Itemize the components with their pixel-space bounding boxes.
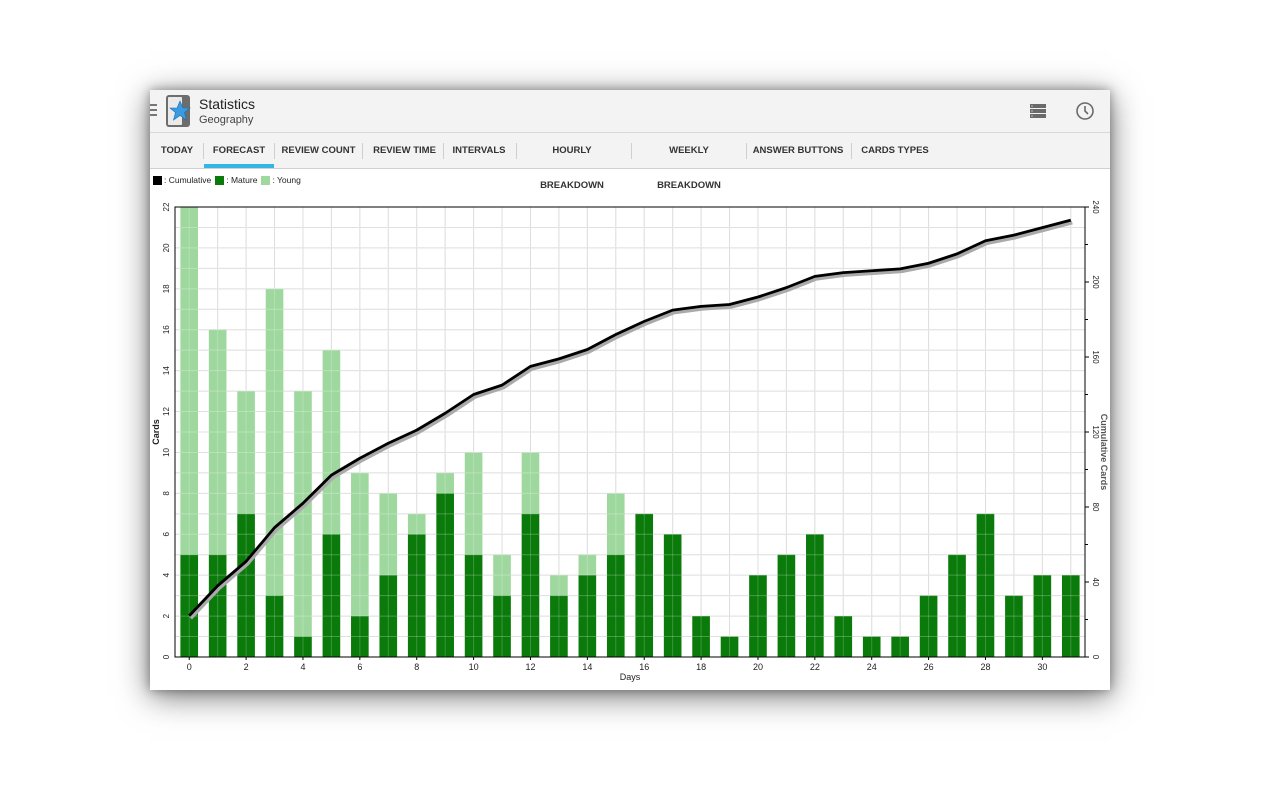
y-tick-label: 4 bbox=[162, 572, 171, 577]
cumulative-line bbox=[188, 218, 1072, 617]
y-tick-label: 0 bbox=[162, 654, 171, 659]
forecast-chart: 0 2 4 6 8 10 12 14 16 18 20 22 24 26 28 300246810121416… bbox=[151, 200, 1109, 682]
y-tick-label: 10 bbox=[162, 447, 171, 456]
y-tick-label: 18 bbox=[162, 284, 171, 293]
y2-tick-label: 80 bbox=[1091, 503, 1100, 512]
y-tick-label: 16 bbox=[162, 325, 171, 334]
x-tick-label: 0 bbox=[187, 662, 192, 672]
x-axis-title: Days bbox=[620, 672, 641, 682]
y2-tick-label: 0 bbox=[1091, 655, 1100, 660]
y-tick-label: 2 bbox=[162, 613, 171, 618]
x-tick-label: 8 bbox=[414, 662, 419, 672]
y2-tick-label: 240 bbox=[1091, 200, 1100, 214]
y2-tick-label: 200 bbox=[1091, 275, 1100, 289]
y-axis-title: Cards bbox=[151, 419, 161, 445]
x-tick-label: 4 bbox=[300, 662, 305, 672]
x-tick-label: 22 bbox=[810, 662, 820, 672]
x-tick-label: 10 bbox=[469, 662, 479, 672]
y-tick-label: 12 bbox=[162, 407, 171, 416]
y2-tick-label: 160 bbox=[1091, 350, 1100, 364]
y2-axis-title: Cumulative Cards bbox=[1099, 414, 1109, 491]
x-tick-label: 14 bbox=[582, 662, 592, 672]
y-tick-label: 20 bbox=[162, 243, 171, 252]
y-tick-label: 6 bbox=[162, 531, 171, 536]
x-tick-label: 2 bbox=[244, 662, 249, 672]
y2-tick-label: 40 bbox=[1091, 578, 1100, 587]
x-tick-label: 16 bbox=[639, 662, 649, 672]
x-tick-label: 30 bbox=[1037, 662, 1047, 672]
y-tick-label: 8 bbox=[162, 491, 171, 496]
x-tick-label: 24 bbox=[867, 662, 877, 672]
x-tick-label: 18 bbox=[696, 662, 706, 672]
x-tick-label: 12 bbox=[525, 662, 535, 672]
y-tick-label: 14 bbox=[162, 366, 171, 375]
y2-tick-label: 120 bbox=[1091, 425, 1100, 439]
y-tick-label: 22 bbox=[162, 202, 171, 211]
device-screen: Statistics Geography TODAY FORECAST REVI… bbox=[150, 90, 1110, 690]
x-tick-label: 28 bbox=[980, 662, 990, 672]
x-tick-label: 26 bbox=[924, 662, 934, 672]
x-tick-label: 20 bbox=[753, 662, 763, 672]
x-tick-label: 6 bbox=[357, 662, 362, 672]
